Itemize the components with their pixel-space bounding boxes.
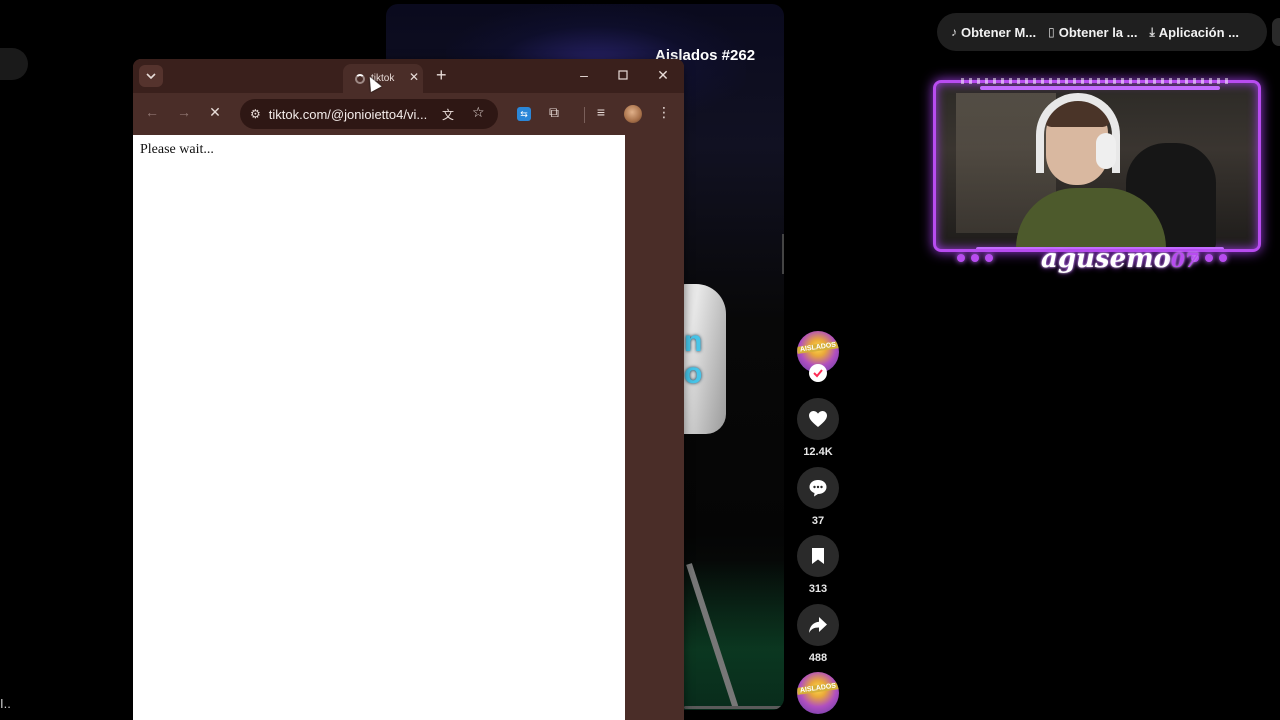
streamer-name-suffix: 07	[1170, 248, 1199, 272]
page-content: Please wait...	[133, 135, 625, 720]
top-right-menu-edge[interactable]	[1272, 18, 1280, 46]
dot	[971, 254, 979, 262]
close-tab-icon[interactable]: ✕	[409, 70, 419, 84]
address-bar[interactable]: ⚙ tiktok.com/@jonioietto4/vi... 文 ☆	[240, 99, 498, 129]
back-arrow-icon[interactable]: ←	[142, 104, 162, 120]
toolbar-separator	[584, 107, 585, 123]
browser-popup-window: tiktok ✕ + – ✕ ← → ✕ ⚙ tiktok.com/@jonio…	[133, 59, 684, 720]
tiktok-icon: ♪	[951, 25, 957, 39]
maximize-button[interactable]	[613, 67, 633, 83]
top-right-menu: ♪ Obtener M... ▯ Obtener la ... ⤓ Aplica…	[937, 13, 1267, 51]
download-app-label: Aplicación ...	[1158, 24, 1239, 40]
avatar-logo-text: AISLADOS	[797, 341, 839, 354]
profile-avatar[interactable]	[624, 105, 642, 123]
maximize-icon	[618, 70, 628, 80]
save-action[interactable]: 313	[797, 535, 839, 595]
share-action[interactable]: 488	[797, 604, 839, 664]
like-action[interactable]: 12.4K	[797, 398, 839, 458]
media-controls-icon[interactable]: ≡	[591, 104, 611, 120]
chevron-down-icon	[146, 73, 156, 79]
webcam-frame	[933, 80, 1261, 252]
get-app-label: Obtener la ...	[1058, 24, 1138, 40]
webcam-dots-left	[957, 254, 993, 262]
extension-icon[interactable]: ⇆	[517, 107, 531, 121]
streamer-name-text: agusemo	[1041, 244, 1171, 274]
dot	[1205, 254, 1213, 262]
new-tab-button[interactable]: +	[436, 65, 447, 86]
share-icon[interactable]	[797, 604, 839, 646]
video-progress-bar[interactable]	[684, 706, 784, 709]
more-menu-icon[interactable]: ⋮	[654, 104, 674, 121]
download-app-link[interactable]: ⤓ Aplicación ...	[1149, 25, 1239, 40]
comment-icon[interactable]	[797, 467, 839, 509]
phone-icon: ▯	[1048, 25, 1055, 39]
headphone-earcup	[1096, 133, 1116, 169]
music-disc-avatar[interactable]: AISLADOS	[797, 672, 839, 714]
translate-icon[interactable]: 文	[442, 106, 454, 123]
dot	[1219, 254, 1227, 262]
bottom-left-text: I..	[0, 696, 11, 711]
get-app-link[interactable]: ▯ Obtener la ...	[1048, 25, 1137, 40]
save-count: 313	[808, 583, 828, 595]
site-settings-icon[interactable]: ⚙	[250, 107, 261, 121]
tab-strip: tiktok ✕ + – ✕	[133, 59, 684, 93]
download-icon: ⤓	[1149, 24, 1155, 39]
tab-search-button[interactable]	[139, 65, 163, 87]
minimize-button[interactable]: –	[574, 67, 594, 83]
webcam-decoration	[961, 78, 1233, 84]
webcam-top-bar	[980, 86, 1220, 90]
close-window-button[interactable]: ✕	[653, 67, 673, 84]
extensions-puzzle-icon[interactable]: ⧉	[544, 104, 564, 121]
url-text[interactable]: tiktok.com/@jonioietto4/vi...	[269, 107, 427, 122]
streamer-name: agusemo07	[1041, 244, 1199, 274]
browser-tab[interactable]: tiktok ✕	[343, 64, 423, 93]
star-icon[interactable]: ☆	[472, 104, 485, 121]
video-divider	[782, 234, 784, 274]
like-count: 12.4K	[803, 446, 833, 458]
disc-logo-text: AISLADOS	[797, 682, 839, 695]
comment-action[interactable]: 37	[797, 467, 839, 527]
follow-check-icon[interactable]	[809, 364, 827, 382]
video-caption-overlay: n o	[684, 325, 703, 390]
loading-message: Please wait...	[140, 142, 214, 157]
get-music-label: Obtener M...	[961, 24, 1037, 40]
bookmark-icon[interactable]	[797, 535, 839, 577]
loading-spinner-icon	[355, 73, 365, 84]
share-count: 488	[808, 652, 828, 664]
browser-toolbar: ← → ✕ ⚙ tiktok.com/@jonioietto4/vi... 文 …	[133, 95, 684, 133]
heart-icon[interactable]	[797, 398, 839, 440]
left-nav-pill[interactable]	[0, 48, 28, 80]
dot	[985, 254, 993, 262]
stop-loading-icon[interactable]: ✕	[205, 104, 225, 121]
get-music-link[interactable]: ♪ Obtener M...	[951, 25, 1036, 40]
comment-count: 37	[811, 515, 825, 527]
dot	[957, 254, 965, 262]
forward-arrow-icon[interactable]: →	[174, 104, 194, 120]
webcam-overlay: agusemo07	[933, 78, 1261, 280]
